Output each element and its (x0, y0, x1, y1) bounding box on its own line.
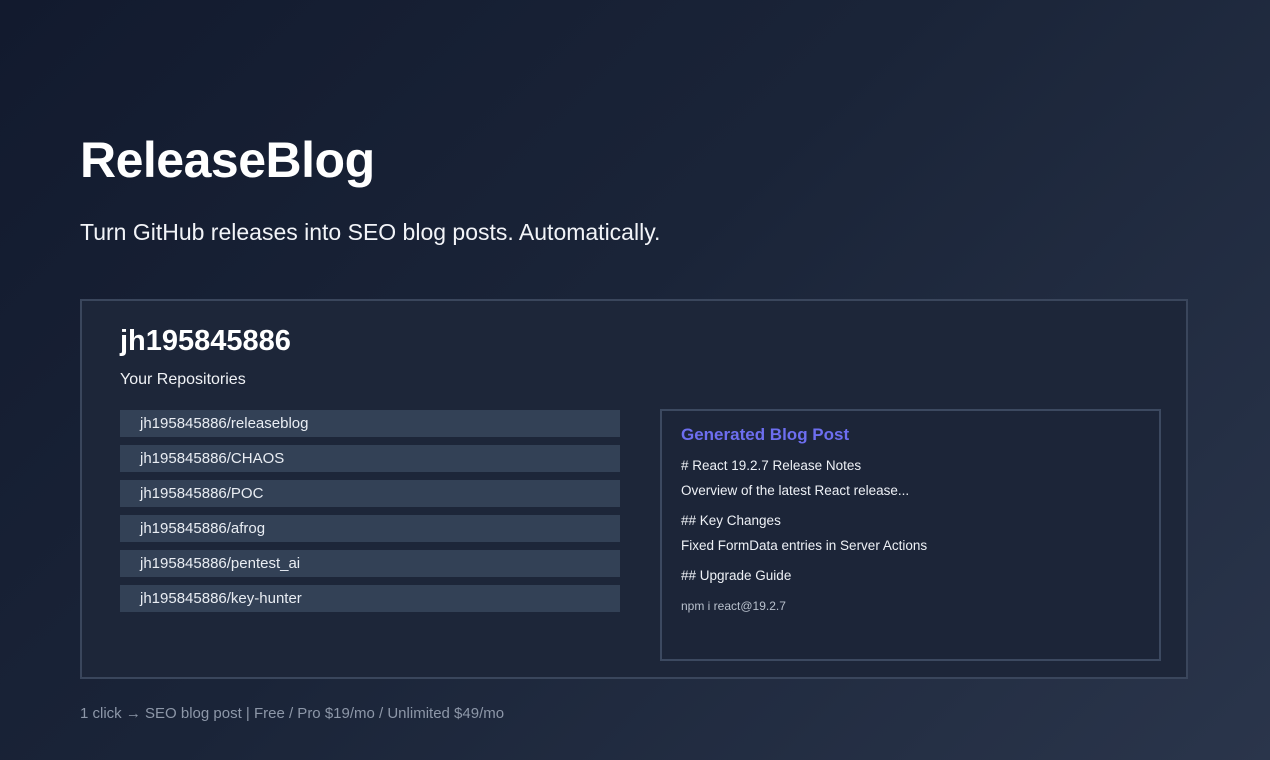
repository-item[interactable]: jh195845886/CHAOS (120, 445, 620, 472)
repository-item[interactable]: jh195845886/pentest_ai (120, 550, 620, 577)
blog-post-section-heading: ## Upgrade Guide (681, 568, 792, 583)
repository-item[interactable]: jh195845886/afrog (120, 515, 620, 542)
blog-post-title-line: # React 19.2.7 Release Notes (681, 458, 862, 473)
username-heading: jh195845886 (120, 325, 291, 357)
app-title: ReleaseBlog (80, 132, 375, 188)
blog-post-heading: Generated Blog Post (681, 425, 850, 444)
repository-list: jh195845886/releaseblog jh195845886/CHAO… (120, 410, 620, 620)
repository-item[interactable]: jh195845886/key-hunter (120, 585, 620, 612)
blog-post-code-line: npm i react@19.2.7 (681, 599, 786, 613)
generated-blog-post-card: Generated Blog Post # React 19.2.7 Relea… (660, 409, 1161, 661)
dashboard-panel: jh195845886 Your Repositories jh19584588… (80, 299, 1188, 679)
repository-item[interactable]: jh195845886/POC (120, 480, 620, 507)
blog-post-overview-line: Overview of the latest React release... (681, 483, 910, 498)
app-tagline: Turn GitHub releases into SEO blog posts… (80, 219, 661, 245)
repository-item[interactable]: jh195845886/releaseblog (120, 410, 620, 437)
footer-pricing-text: 1 click → SEO blog post | Free / Pro $19… (80, 705, 505, 722)
blog-post-section-heading: ## Key Changes (681, 513, 781, 528)
blog-post-change-line: Fixed FormData entries in Server Actions (681, 538, 928, 553)
repositories-heading: Your Repositories (120, 371, 246, 388)
